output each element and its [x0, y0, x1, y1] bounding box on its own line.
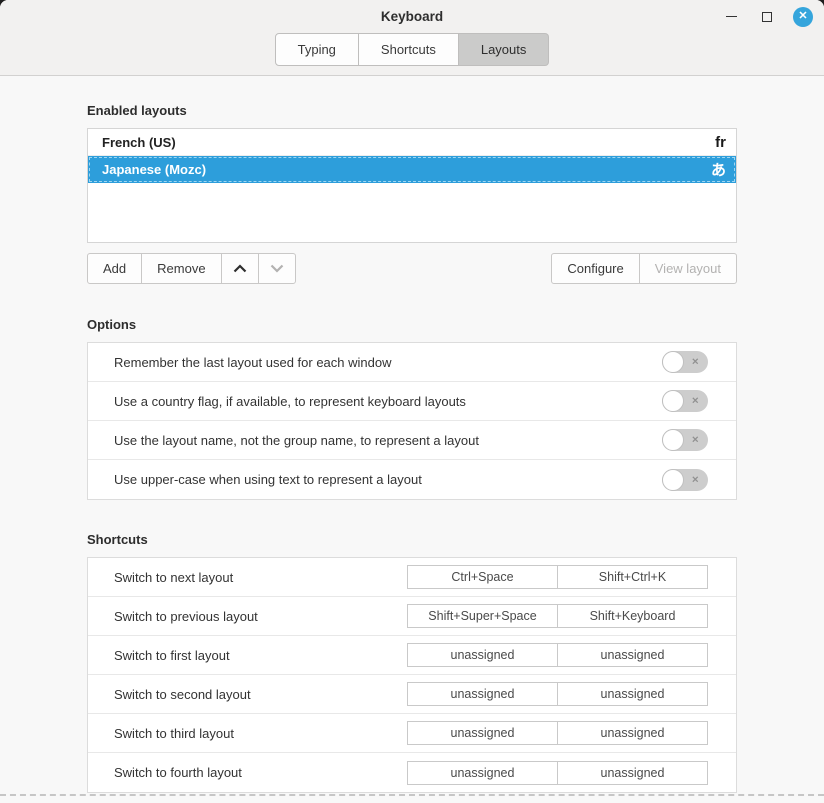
- enabled-layouts-list: French (US) fr Japanese (Mozc) あ: [87, 128, 737, 243]
- layout-row-japanese-selected[interactable]: Japanese (Mozc) あ: [88, 156, 736, 183]
- configure-button[interactable]: Configure: [551, 253, 639, 284]
- option-row-layout-name: Use the layout name, not the group name,…: [88, 421, 736, 460]
- tab-shortcuts[interactable]: Shortcuts: [359, 33, 459, 66]
- remove-button[interactable]: Remove: [141, 253, 221, 284]
- keybinding-pair: unassigned unassigned: [407, 721, 708, 745]
- toggle-knob: [662, 429, 684, 451]
- enabled-layouts-heading: Enabled layouts: [87, 76, 737, 118]
- tab-layouts[interactable]: Layouts: [459, 33, 550, 66]
- option-label: Use upper-case when using text to repres…: [114, 472, 662, 487]
- shortcut-label: Switch to next layout: [114, 570, 407, 585]
- window-bottom-resize-edge[interactable]: [0, 794, 824, 796]
- toggle-layout-name[interactable]: ✕: [662, 429, 708, 451]
- shortcut-row-third-layout: Switch to third layout unassigned unassi…: [88, 714, 736, 753]
- keybinding-pair: unassigned unassigned: [407, 761, 708, 785]
- close-icon: ✕: [793, 7, 813, 27]
- shortcut-row-second-layout: Switch to second layout unassigned unass…: [88, 675, 736, 714]
- option-row-remember-last-layout: Remember the last layout used for each w…: [88, 343, 736, 382]
- options-heading: Options: [87, 317, 737, 332]
- keybinding-button-2[interactable]: unassigned: [557, 761, 708, 785]
- minimize-button[interactable]: [720, 6, 742, 28]
- option-label: Use the layout name, not the group name,…: [114, 433, 662, 448]
- close-button[interactable]: ✕: [792, 6, 814, 28]
- toggle-upper-case[interactable]: ✕: [662, 469, 708, 491]
- shortcut-row-fourth-layout: Switch to fourth layout unassigned unass…: [88, 753, 736, 792]
- layouts-page: Enabled layouts French (US) fr Japanese …: [0, 76, 824, 793]
- window-header: Keyboard ✕ Typing Shortcuts Layouts: [0, 0, 824, 76]
- chevron-up-icon: [233, 264, 247, 273]
- add-button[interactable]: Add: [87, 253, 142, 284]
- toggle-remember-last-layout[interactable]: ✕: [662, 351, 708, 373]
- toggle-knob: [662, 390, 684, 412]
- shortcut-label: Switch to second layout: [114, 687, 407, 702]
- layout-indicator-badge: あ: [711, 159, 726, 180]
- minimize-icon: [726, 16, 737, 17]
- titlebar[interactable]: Keyboard ✕: [0, 0, 824, 33]
- tab-typing[interactable]: Typing: [275, 33, 359, 66]
- keybinding-button-1[interactable]: unassigned: [407, 721, 558, 745]
- toggle-country-flag[interactable]: ✕: [662, 390, 708, 412]
- keybinding-pair: unassigned unassigned: [407, 643, 708, 667]
- layout-list-toolbar: Add Remove Configure View layout: [87, 253, 737, 284]
- keybinding-button-2[interactable]: unassigned: [557, 682, 708, 706]
- shortcut-label: Switch to previous layout: [114, 609, 407, 624]
- maximize-button[interactable]: [756, 6, 778, 28]
- window-title: Keyboard: [0, 0, 824, 33]
- shortcut-row-next-layout: Switch to next layout Ctrl+Space Shift+C…: [88, 558, 736, 597]
- tab-group: Typing Shortcuts Layouts: [275, 33, 550, 66]
- keybinding-pair: Ctrl+Space Shift+Ctrl+K: [407, 565, 708, 589]
- keybinding-button-2[interactable]: unassigned: [557, 643, 708, 667]
- keybinding-button-1[interactable]: unassigned: [407, 682, 558, 706]
- move-down-button[interactable]: [258, 253, 296, 284]
- option-label: Use a country flag, if available, to rep…: [114, 394, 662, 409]
- shortcut-row-previous-layout: Switch to previous layout Shift+Super+Sp…: [88, 597, 736, 636]
- layout-name: Japanese (Mozc): [102, 162, 711, 177]
- keybinding-button-2[interactable]: Shift+Keyboard: [557, 604, 708, 628]
- shortcuts-panel: Switch to next layout Ctrl+Space Shift+C…: [87, 557, 737, 793]
- keybinding-button-2[interactable]: unassigned: [557, 721, 708, 745]
- window-controls: ✕: [720, 0, 814, 33]
- shortcuts-heading: Shortcuts: [87, 532, 737, 547]
- toggle-knob: [662, 351, 684, 373]
- shortcut-label: Switch to first layout: [114, 648, 407, 663]
- layout-edit-button-group: Add Remove: [87, 253, 296, 284]
- option-row-country-flag: Use a country flag, if available, to rep…: [88, 382, 736, 421]
- keybinding-button-1[interactable]: Ctrl+Space: [407, 565, 558, 589]
- keybinding-button-1[interactable]: Shift+Super+Space: [407, 604, 558, 628]
- options-panel: Remember the last layout used for each w…: [87, 342, 737, 500]
- toggle-off-icon: ✕: [691, 436, 699, 445]
- keybinding-button-2[interactable]: Shift+Ctrl+K: [557, 565, 708, 589]
- option-row-upper-case: Use upper-case when using text to repres…: [88, 460, 736, 499]
- shortcut-row-first-layout: Switch to first layout unassigned unassi…: [88, 636, 736, 675]
- keybinding-pair: unassigned unassigned: [407, 682, 708, 706]
- move-up-button[interactable]: [221, 253, 259, 284]
- option-label: Remember the last layout used for each w…: [114, 355, 662, 370]
- keybinding-button-1[interactable]: unassigned: [407, 761, 558, 785]
- tab-bar: Typing Shortcuts Layouts: [0, 33, 824, 66]
- layout-name: French (US): [102, 135, 715, 150]
- keyboard-settings-window: Keyboard ✕ Typing Shortcuts Layouts: [0, 0, 824, 803]
- maximize-icon: [762, 12, 772, 22]
- toggle-off-icon: ✕: [691, 397, 699, 406]
- layout-row-french[interactable]: French (US) fr: [88, 129, 736, 156]
- layout-indicator-badge: fr: [715, 134, 726, 151]
- keybinding-pair: Shift+Super+Space Shift+Keyboard: [407, 604, 708, 628]
- layout-action-button-group: Configure View layout: [551, 253, 737, 284]
- shortcut-label: Switch to third layout: [114, 726, 407, 741]
- view-layout-button[interactable]: View layout: [639, 253, 737, 284]
- chevron-down-icon: [270, 264, 284, 273]
- toggle-off-icon: ✕: [691, 358, 699, 367]
- shortcut-label: Switch to fourth layout: [114, 765, 407, 780]
- keybinding-button-1[interactable]: unassigned: [407, 643, 558, 667]
- toggle-knob: [662, 469, 684, 491]
- toggle-off-icon: ✕: [691, 475, 699, 484]
